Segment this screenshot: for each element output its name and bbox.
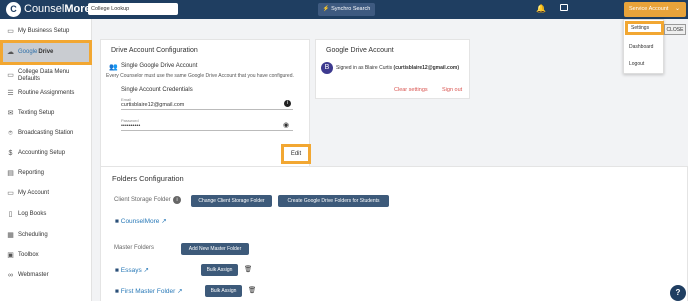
drive-config-title: Drive Account Configuration — [111, 47, 198, 54]
sidebar-item-google-drive[interactable]: ☁ Google Drive — [0, 40, 92, 65]
sidebar-item-my-business-setup[interactable]: ▭ My Business Setup — [0, 23, 92, 41]
page-icon: ▭ — [7, 27, 14, 35]
link-icon: ∞ — [8, 271, 13, 279]
college-search-input[interactable] — [88, 3, 178, 15]
folder-icon: ■ — [115, 218, 119, 225]
list-icon: ☰ — [7, 89, 14, 97]
sidebar: ▭ My Business Setup ☁ Google Drive ▭ College… — [0, 19, 92, 301]
sidebar-item-log-books[interactable]: ▯ Log Books — [0, 206, 92, 224]
chat-icon: ✉ — [7, 109, 14, 117]
google-account-title: Google Drive Account — [326, 47, 394, 54]
trash-icon[interactable]: 🗑 — [248, 286, 256, 294]
external-link-icon: ↗ — [143, 267, 149, 274]
sidebar-item-accounting[interactable]: $ Accounting Setup — [0, 145, 92, 163]
menu-item-logout[interactable]: Logout — [629, 61, 644, 67]
users-icon: 👥 — [109, 64, 118, 71]
close-button[interactable]: CLOSE — [664, 24, 686, 35]
password-field[interactable]: •••••••••• — [121, 123, 293, 131]
bulk-assign-button[interactable]: Bulk Assign — [205, 285, 242, 297]
folders-panel: Folders Configuration Client Storage Fol… — [100, 166, 688, 301]
sidebar-item-scheduling[interactable]: ▦ Scheduling — [0, 227, 92, 245]
sidebar-item-my-account[interactable]: ▭ My Account — [0, 185, 92, 203]
menu-item-settings[interactable]: Settings — [625, 21, 664, 35]
eye-icon[interactable]: ◉ — [283, 121, 289, 129]
menu-item-dashboard[interactable]: Dashboard — [629, 44, 653, 50]
master-folder-link[interactable]: ■ First Master Folder ↗ — [115, 287, 183, 295]
master-folder-link[interactable]: ■ Essays ↗ — [115, 266, 149, 274]
master-folders-label: Master Folders — [114, 245, 155, 251]
credentials-title: Single Account Credentials — [121, 87, 193, 93]
service-account-button[interactable]: Service Account ⌄ — [624, 2, 686, 17]
client-folder-link[interactable]: ■ CounselMore ↗ — [115, 217, 167, 225]
sidebar-item-reporting[interactable]: ▤ Reporting — [0, 165, 92, 183]
bell-icon[interactable]: 🔔 — [536, 4, 546, 13]
sidebar-item-college-data[interactable]: ▭ College Data Menu Defaults — [0, 65, 92, 87]
info-icon[interactable]: i — [284, 100, 291, 107]
report-icon: ▤ — [7, 169, 14, 177]
card-icon[interactable] — [560, 4, 568, 11]
email-field[interactable]: curtisblaire12@gmail.com — [121, 102, 293, 110]
drive-config-panel: Drive Account Configuration 👥 Single Goo… — [100, 39, 311, 167]
folder-icon: ■ — [115, 267, 119, 274]
help-button[interactable]: ? — [670, 285, 686, 301]
folder-icon: ■ — [115, 288, 119, 295]
signed-in-text: Signed in as Blaire Curtis (curtisblaire… — [336, 65, 459, 71]
edit-button[interactable]: Edit — [281, 144, 311, 164]
sidebar-item-toolbox[interactable]: ▣ Toolbox — [0, 247, 92, 265]
monitor-icon: ▭ — [7, 189, 14, 197]
client-storage-label: Client Storage Folder — [114, 197, 171, 203]
logo-icon[interactable]: C — [6, 2, 21, 17]
service-account-dropdown: Settings Dashboard Logout — [623, 19, 664, 74]
sidebar-item-broadcasting[interactable]: ⌾ Broadcasting Station — [0, 125, 92, 143]
add-master-folder-button[interactable]: Add New Master Folder — [181, 243, 249, 255]
toolbox-icon: ▣ — [7, 251, 14, 259]
external-link-icon: ↗ — [161, 218, 167, 225]
sidebar-item-webmaster[interactable]: ∞ Webmaster — [0, 267, 92, 285]
cloud-icon: ☁ — [7, 48, 14, 56]
external-link-icon: ↗ — [177, 288, 183, 295]
google-account-panel: Google Drive Account B Signed in as Blai… — [315, 39, 470, 99]
chevron-down-icon: ⌄ — [674, 6, 680, 12]
page-icon: ▭ — [7, 71, 14, 79]
single-account-desc: Every Counselor must use the same Google… — [106, 73, 294, 79]
dollar-icon: $ — [8, 149, 13, 157]
avatar: B — [321, 62, 333, 74]
brand-name[interactable]: CounselMore — [24, 3, 91, 15]
sign-out-link[interactable]: Sign out — [442, 87, 462, 93]
clear-settings-link[interactable]: Clear settings — [394, 87, 428, 93]
change-client-folder-button[interactable]: Change Client Storage Folder — [191, 195, 272, 207]
info-icon[interactable]: i — [173, 196, 181, 204]
single-account-title: Single Google Drive Account — [121, 63, 198, 69]
create-drive-folders-button[interactable]: Create Google Drive Folders for Students — [278, 195, 389, 207]
sidebar-item-routine[interactable]: ☰ Routine Assignments — [0, 85, 92, 103]
book-icon: ▯ — [8, 210, 13, 218]
sidebar-item-texting[interactable]: ✉ Texting Setup — [0, 105, 92, 123]
synchro-search-button[interactable]: ⚡ Synchro Search — [318, 3, 375, 16]
folders-title: Folders Configuration — [112, 174, 184, 183]
top-bar: C CounselMore ⚡ Synchro Search 🔔 Service… — [0, 0, 688, 19]
trash-icon[interactable]: 🗑 — [244, 265, 252, 273]
bulk-assign-button[interactable]: Bulk Assign — [201, 264, 238, 276]
calendar-icon: ▦ — [7, 231, 14, 239]
broadcast-icon: ⌾ — [8, 129, 13, 137]
